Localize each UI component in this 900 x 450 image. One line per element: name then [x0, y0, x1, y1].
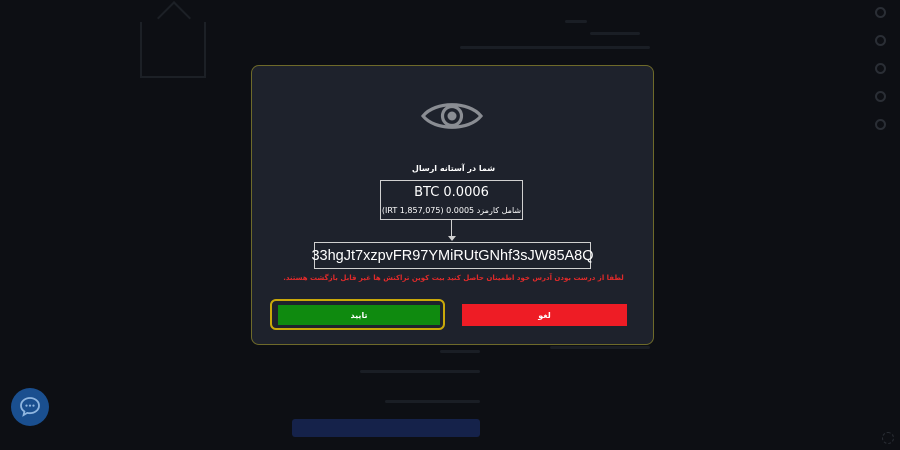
send-confirmation-dialog: شما در آستانه ارسال BTC 0.0006 شامل کارم…: [251, 65, 654, 345]
background-line: [360, 370, 480, 373]
background-submit-button: [292, 419, 480, 437]
settings-icon: [882, 432, 894, 444]
background-sidebar-item: [796, 60, 886, 76]
background-sidebar-item: [796, 32, 886, 48]
destination-address: 33hgJt7xzpvFR97YMiRUtGNhf3sJW85A8Q: [311, 247, 594, 264]
confirm-focus-ring: تایید: [270, 299, 445, 330]
background-line: [590, 32, 640, 35]
support-chat-button[interactable]: [11, 388, 49, 426]
background-line: [385, 400, 480, 403]
cancel-button[interactable]: لغو: [462, 304, 627, 326]
amount-box: BTC 0.0006 شامل کارمزد 0.0005 (IRT 1,857…: [380, 180, 523, 220]
background-sidebar-item: [796, 4, 886, 20]
fee-text: شامل کارمزد 0.0005 (IRT 1,857,075): [381, 206, 522, 215]
arrow-head: [448, 236, 456, 241]
background-sidebar-item: [796, 88, 886, 104]
confirm-button[interactable]: تایید: [278, 305, 440, 325]
warning-message: لطفا از درست بودن آدرس خود اطمینان حاصل …: [283, 274, 624, 282]
eye-icon: [421, 103, 483, 129]
background-line: [550, 346, 650, 349]
background-logo: [140, 22, 206, 78]
background-sidebar-item: [796, 116, 886, 132]
chat-bubble-icon: [20, 397, 40, 417]
dialog-title: شما در آستانه ارسال: [411, 164, 496, 173]
background-line: [460, 46, 650, 49]
background-line: [565, 20, 587, 23]
background-sidebar: [790, 0, 900, 450]
destination-address-box: 33hgJt7xzpvFR97YMiRUtGNhf3sJW85A8Q: [311, 242, 594, 269]
background-line: [440, 350, 480, 353]
send-amount: BTC 0.0006: [414, 185, 489, 200]
